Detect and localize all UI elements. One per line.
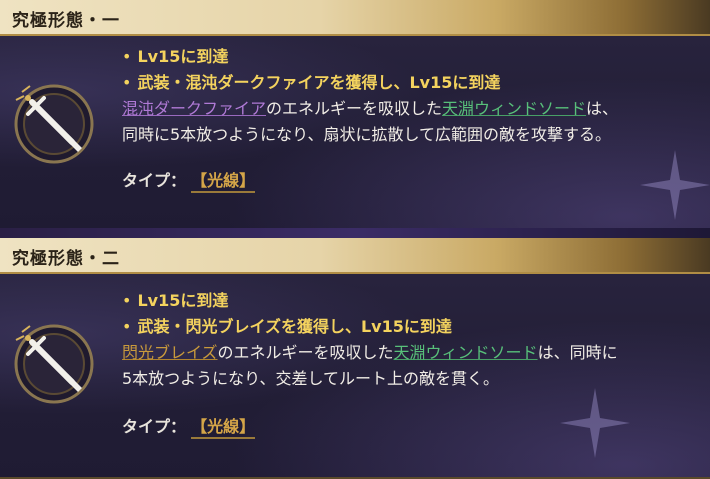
description-line2: 同時に5本放つようになり、扇状に拡散して広範囲の敵を攻撃する。 [122, 125, 612, 144]
sword-emblem-icon [14, 324, 94, 404]
weapon-link[interactable]: 混沌ダークファイア [122, 99, 266, 118]
requirement-item: • Lv15に到達 [122, 47, 229, 66]
card-title: 究極形態・二 [12, 249, 120, 269]
description-line2: 5本放つようになり、交差してルート上の敵を貫く。 [122, 369, 500, 388]
type-row: タイプ： 【光線】 [122, 168, 618, 194]
evolution-card-1: 究極形態・一 • Lv15に到達 • 武装・混沌ダークファイアを獲得し、Lv15に到… [0, 0, 710, 230]
description: 混沌ダークファイアのエネルギーを吸収した天淵ウィンドソードは、 [122, 99, 619, 118]
card-header: 究極形態・一 [0, 0, 710, 36]
requirement-item: • Lv15に到達 [122, 291, 229, 310]
sword-link[interactable]: 天淵ウィンドソード [394, 343, 538, 362]
weapon-link[interactable]: 閃光ブレイズ [122, 343, 218, 362]
type-label: タイプ： [122, 171, 187, 190]
sparkle-icon [640, 150, 710, 220]
type-label: タイプ： [122, 417, 187, 436]
card-header: 究極形態・二 [0, 238, 710, 274]
type-row: タイプ： 【光線】 [122, 414, 618, 440]
card-divider [0, 228, 710, 238]
card-content: • Lv15に到達 • 武装・混沌ダークファイアを獲得し、Lv15に到達 混沌ダーク… [122, 44, 618, 194]
type-value: 【光線】 [191, 171, 256, 193]
card-content: • Lv15に到達 • 武装・閃光ブレイズを獲得し、Lv15に到達 閃光ブレイズのエ… [122, 288, 618, 440]
sword-emblem-icon [14, 84, 94, 164]
requirement-item: • 武装・閃光ブレイズを獲得し、Lv15に到達 [122, 317, 452, 336]
description: 閃光ブレイズのエネルギーを吸収した天淵ウィンドソードは、同時に [122, 343, 618, 362]
evolution-card-2: 究極形態・二 • Lv15に到達 • 武装・閃光ブレイズを獲得し、Lv15に到達 閃… [0, 238, 710, 479]
sword-link[interactable]: 天淵ウィンドソード [442, 99, 586, 118]
type-value: 【光線】 [191, 417, 256, 439]
requirement-item: • 武装・混沌ダークファイアを獲得し、Lv15に到達 [122, 73, 501, 92]
card-title: 究極形態・一 [12, 11, 120, 31]
